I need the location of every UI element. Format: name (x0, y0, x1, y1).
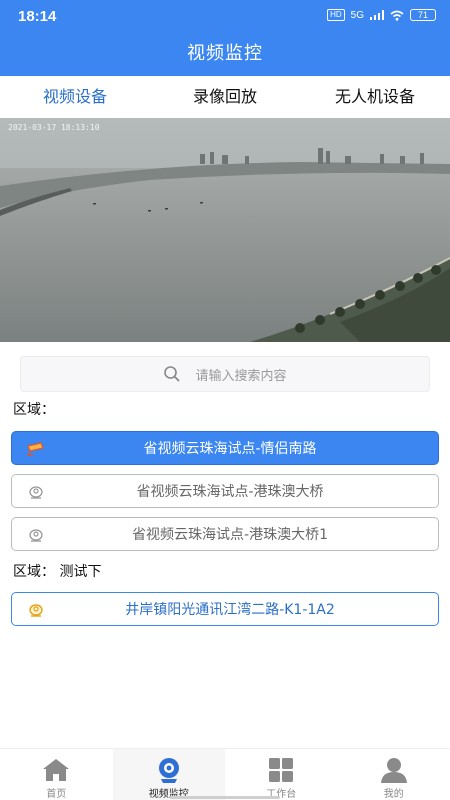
camera-icon (27, 442, 44, 456)
video-player[interactable]: 2021-03-17 18:13:10 (0, 118, 450, 342)
battery-indicator: 71 (410, 9, 436, 21)
camera-icon (29, 604, 43, 617)
site-button-qinglv-south-road[interactable]: 省视频云珠海试点-情侣南路 (11, 431, 439, 465)
nav-home-label: 首页 (46, 789, 67, 800)
page-title: 视频监控 (187, 43, 263, 64)
camera-icon (29, 529, 43, 542)
nav-mine-label: 我的 (383, 789, 404, 800)
home-icon (43, 759, 70, 781)
nav-video-monitor[interactable]: 视频监控 (112, 749, 225, 800)
hd-badge: HD (327, 9, 345, 21)
grid-icon (269, 758, 294, 782)
search-placeholder: 请输入搜索内容 (195, 368, 287, 384)
camera-icon (158, 758, 179, 783)
search-icon (164, 366, 181, 382)
signal-icon (370, 10, 384, 20)
bottom-nav: 首页 视频监控 工作台 我的 (0, 748, 450, 800)
tab-recording-playback[interactable]: 录像回放 (150, 76, 300, 118)
status-icons: HD 5G 71 (327, 9, 436, 21)
network-label: 5G (350, 9, 364, 21)
site-button-jiangwan-road[interactable]: 井岸镇阳光通讯江湾二路-K1-1A2 (11, 592, 439, 626)
video-timestamp: 2021-03-17 18:13:10 (8, 123, 100, 132)
search-input[interactable]: 请输入搜索内容 (20, 356, 430, 392)
video-frame (0, 118, 450, 342)
tab-bar: 视频设备 录像回放 无人机设备 (0, 76, 450, 118)
status-bar: 18:14 HD 5G 71 (0, 0, 450, 34)
user-icon (380, 758, 407, 783)
nav-workbench[interactable]: 工作台 (225, 749, 338, 800)
site-label: 省视频云珠海试点-港珠澳大桥 (136, 484, 324, 500)
site-label: 井岸镇阳光通讯江湾二路-K1-1A2 (125, 602, 335, 618)
tab-video-devices[interactable]: 视频设备 (0, 76, 150, 118)
home-indicator (170, 796, 280, 799)
nav-home[interactable]: 首页 (0, 749, 113, 800)
status-time: 18:14 (18, 8, 57, 25)
region-label: 区域： (13, 402, 55, 418)
region-label-test: 区域： 测试下 (13, 564, 102, 580)
site-label: 省视频云珠海试点-情侣南路 (143, 441, 317, 457)
site-button-hzmb-1[interactable]: 省视频云珠海试点-港珠澳大桥1 (11, 517, 439, 551)
site-button-hzmb[interactable]: 省视频云珠海试点-港珠澳大桥 (11, 474, 439, 508)
tab-drone-devices[interactable]: 无人机设备 (300, 76, 450, 118)
site-label: 省视频云珠海试点-港珠澳大桥1 (132, 527, 328, 543)
camera-icon (29, 486, 43, 499)
wifi-icon (390, 10, 404, 21)
nav-mine[interactable]: 我的 (338, 749, 450, 800)
app-header: 视频监控 (0, 34, 450, 76)
